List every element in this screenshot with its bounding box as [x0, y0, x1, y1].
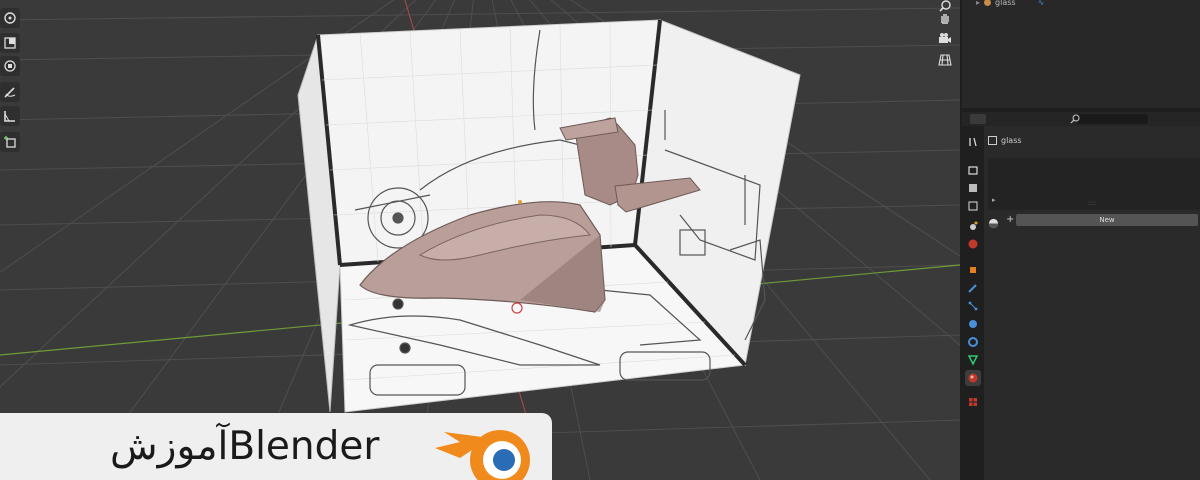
grid-view-icon — [938, 54, 952, 66]
material-slot-row[interactable]: glass — [988, 134, 1022, 146]
new-material-plus[interactable]: + — [1006, 214, 1016, 226]
search-icon — [1070, 114, 1080, 124]
rotate-icon — [4, 12, 16, 24]
tab-render[interactable] — [965, 162, 981, 178]
tab-constraints[interactable] — [965, 334, 981, 350]
material-sphere-icon — [988, 218, 999, 229]
tab-object[interactable] — [965, 262, 981, 278]
blender-logo-icon — [435, 430, 530, 480]
object-icon — [984, 0, 992, 6]
pan-button[interactable] — [934, 8, 956, 28]
expand-arrow-icon[interactable]: ▸ — [992, 196, 996, 204]
texture-icon — [969, 398, 977, 406]
banner-title: آموزشBlender — [110, 424, 380, 469]
transform-icon — [4, 60, 16, 72]
annotate-tool-button[interactable] — [0, 82, 20, 102]
measure-tool-button[interactable] — [0, 106, 20, 126]
new-material-button[interactable]: New — [1016, 214, 1198, 226]
material-name: glass — [1001, 135, 1022, 145]
tab-texture[interactable] — [965, 394, 981, 410]
tab-output[interactable] — [965, 180, 981, 196]
properties-search-input[interactable] — [1070, 114, 1148, 124]
3d-viewport[interactable] — [0, 0, 960, 480]
editor-type-dropdown[interactable] — [970, 114, 986, 124]
annotate-icon — [4, 87, 16, 98]
measure-icon — [4, 111, 15, 122]
modifier-wrench-icon: ∿ — [1037, 0, 1045, 7]
camera-view-button[interactable] — [934, 29, 956, 49]
output-icon — [969, 184, 977, 192]
physics-icon — [969, 320, 977, 328]
tab-particles[interactable] — [965, 298, 981, 314]
properties-header — [962, 112, 1200, 126]
scale-icon — [4, 37, 16, 49]
tab-scene[interactable] — [965, 218, 981, 234]
camera-icon — [939, 33, 951, 43]
particles-icon — [968, 301, 978, 311]
tab-world[interactable] — [965, 236, 981, 252]
material-browse-button[interactable] — [988, 214, 1004, 229]
material-icon — [968, 373, 978, 383]
view-layer-icon — [968, 201, 978, 211]
world-icon — [968, 239, 978, 249]
add-cube-tool-button[interactable] — [0, 132, 20, 152]
expand-arrow-icon[interactable]: ▸ — [976, 0, 980, 7]
rotate-tool-button[interactable] — [0, 8, 20, 28]
tab-modifier[interactable] — [965, 280, 981, 296]
grid-view-button[interactable] — [934, 50, 956, 70]
scale-tool-button[interactable] — [0, 33, 20, 53]
tab-data[interactable] — [965, 352, 981, 368]
material-slot-icon — [988, 135, 997, 145]
blender-window: ▸ glass ∿ glass ▸:::: + New آموزشBlende… — [0, 0, 1200, 480]
tab-view-layer[interactable] — [965, 198, 981, 214]
list-resize-grip[interactable]: :::: — [1088, 200, 1096, 207]
render-icon — [968, 166, 978, 175]
object-icon — [970, 267, 976, 273]
add-cube-icon — [4, 136, 16, 148]
outliner-row-label: glass — [995, 0, 1016, 7]
tab-tool[interactable] — [965, 134, 981, 150]
transform-tool-button[interactable] — [0, 56, 20, 76]
tab-material[interactable] — [965, 370, 981, 386]
data-icon — [967, 355, 979, 366]
modifier-icon — [968, 284, 977, 293]
side-panel: ▸ glass ∿ glass ▸:::: + New — [960, 0, 1200, 480]
outliner-row[interactable]: ▸ glass ∿ — [976, 0, 1045, 7]
tab-physics[interactable] — [965, 316, 981, 332]
constraints-icon — [968, 337, 978, 347]
properties-editor: glass ▸ :::: + New — [962, 112, 1200, 480]
viewport-canvas[interactable] — [0, 0, 960, 480]
outliner[interactable]: ▸ glass ∿ — [962, 0, 1200, 108]
properties-tabs — [962, 126, 984, 480]
tool-icon — [969, 137, 977, 147]
pan-hand-icon — [941, 14, 949, 24]
scene-icon — [970, 221, 978, 230]
